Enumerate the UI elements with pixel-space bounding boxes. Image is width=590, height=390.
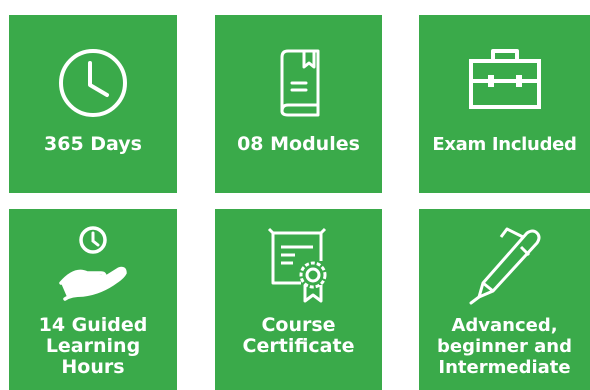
feature-label: Course Certificate — [215, 315, 382, 357]
label-line: Hours — [61, 356, 125, 378]
clock-icon — [9, 47, 177, 119]
label-line: beginner and — [437, 336, 572, 357]
label-line: Exam Included — [432, 134, 577, 155]
feature-tile-duration: 365 Days — [9, 15, 177, 193]
label-line: Advanced, — [451, 315, 558, 336]
feature-label: Advanced, beginner and Intermediate — [419, 315, 590, 378]
feature-tile-hours: 14 Guided Learning Hours — [9, 209, 177, 390]
label-line: 14 Guided — [38, 314, 148, 336]
label-line: Course — [261, 314, 336, 336]
feature-tile-level: Advanced, beginner and Intermediate — [419, 209, 590, 390]
label-line: Intermediate — [438, 357, 571, 378]
feature-label: 14 Guided Learning Hours — [9, 315, 177, 378]
feature-tile-exam: Exam Included — [419, 15, 590, 193]
feature-tile-modules: 08 Modules — [215, 15, 382, 193]
feature-label: Exam Included — [419, 134, 590, 155]
pen-icon — [419, 225, 590, 305]
briefcase-icon — [419, 47, 590, 111]
label-line: 08 Modules — [237, 133, 360, 155]
feature-grid: 365 Days 08 Modules Exam Included 14 Gui… — [0, 0, 590, 390]
label-line: Learning — [45, 335, 141, 357]
label-line: 365 Days — [44, 133, 142, 155]
feature-tile-certificate: Course Certificate — [215, 209, 382, 390]
feature-label: 365 Days — [9, 134, 177, 155]
book-icon — [215, 47, 382, 117]
feature-label: 08 Modules — [215, 134, 382, 155]
hand-clock-icon — [9, 225, 177, 301]
certificate-icon — [215, 225, 382, 303]
label-line: Certificate — [242, 335, 355, 357]
